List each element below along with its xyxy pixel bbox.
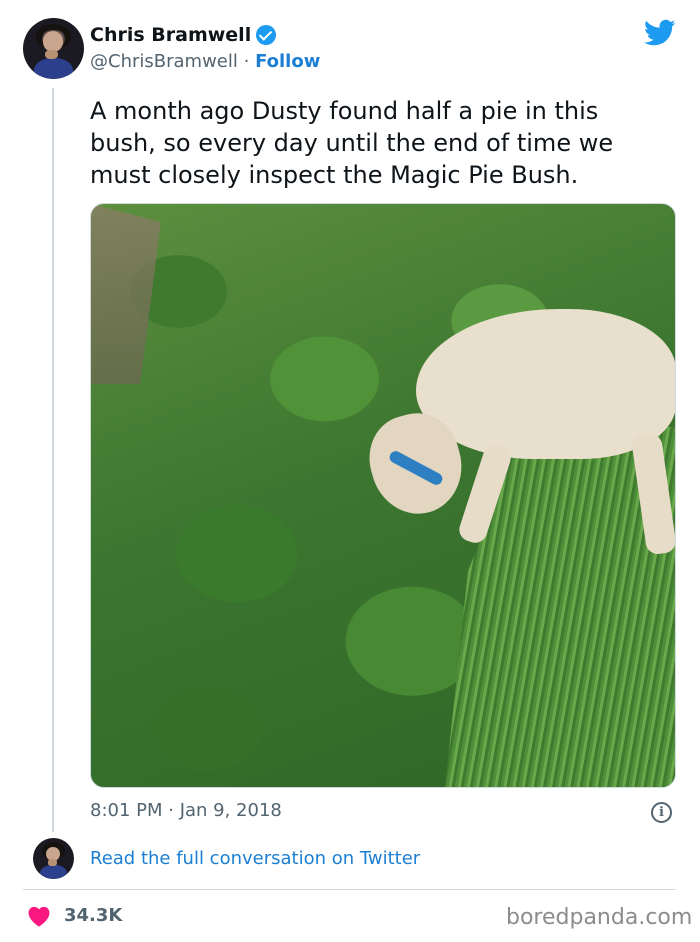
info-icon[interactable]: i — [651, 802, 672, 823]
heart-icon[interactable] — [27, 905, 51, 927]
tweet-text: A month ago Dusty found half a pie in th… — [90, 97, 614, 189]
tweet-photo[interactable] — [90, 203, 676, 788]
small-avatar[interactable] — [33, 838, 74, 879]
read-conversation-link[interactable]: Read the full conversation on Twitter — [90, 848, 420, 869]
author-avatar[interactable] — [23, 18, 84, 79]
verified-badge-icon — [256, 25, 277, 45]
tweet-timestamp[interactable]: 8:01 PM · Jan 9, 2018 — [90, 800, 282, 821]
twitter-bird-icon[interactable] — [644, 19, 676, 47]
author-name[interactable]: Chris Bramwell — [90, 24, 277, 46]
separator: · — [243, 51, 250, 72]
author-handle-row: @ChrisBramwell · Follow — [90, 51, 320, 72]
watermark: boredpanda.com — [506, 905, 693, 930]
author-handle[interactable]: @ChrisBramwell — [90, 51, 238, 72]
divider — [23, 889, 676, 890]
like-count[interactable]: 34.3K — [64, 905, 122, 926]
author-name-text[interactable]: Chris Bramwell — [90, 24, 251, 46]
follow-button[interactable]: Follow — [255, 51, 320, 72]
thread-line — [52, 88, 54, 832]
